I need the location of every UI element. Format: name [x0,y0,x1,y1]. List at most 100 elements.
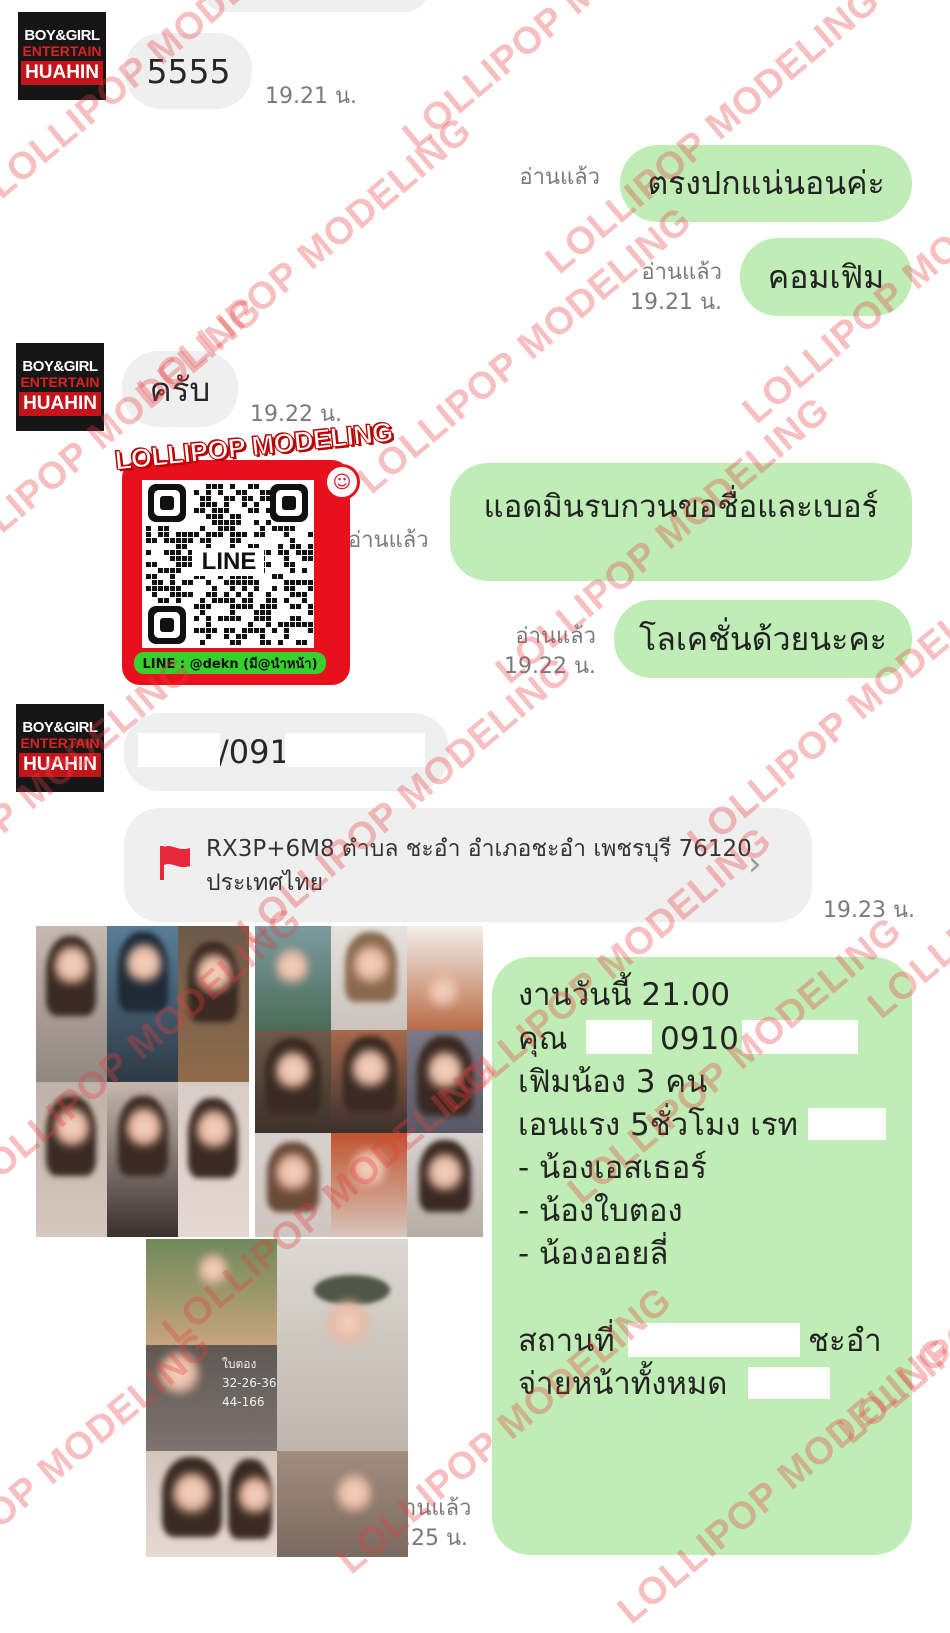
qr-module [284,634,289,639]
photo-collage[interactable] [255,926,483,1237]
qr-module [266,598,271,603]
qr-module [230,616,235,621]
qr-module [254,616,259,621]
qr-module [308,610,313,615]
qr-module [248,598,253,603]
read-receipt: อ่านแล้ว [348,528,429,553]
qr-module [272,598,277,603]
details-line: เฟิมน้อง 3 คน [518,1064,708,1100]
qr-module [248,628,253,633]
outgoing-message[interactable]: ตรงปกแน่นอนค่ะ [620,145,912,222]
qr-module [272,628,277,633]
outgoing-message[interactable]: คอมเฟิม [740,238,912,316]
qr-module [170,592,175,597]
qr-module [194,490,199,495]
qr-module [182,538,187,543]
location-card[interactable]: RX3P+6M8 ตำบล ชะอำ อำเภอชะอำ เพชรบุรี 76… [124,808,812,922]
qr-module [170,550,175,555]
qr-module [272,574,277,579]
qr-module [224,526,229,531]
qr-module [260,628,265,633]
qr-module [152,580,157,585]
qr-module [302,640,307,645]
qr-module [308,604,313,609]
qr-module [290,568,295,573]
qr-module [212,586,217,591]
qr-module [218,598,223,603]
qr-module [158,526,163,531]
qr-module [242,532,247,537]
qr-module [290,604,295,609]
message-time: 19.23 น. [822,898,915,923]
qr-module [236,490,241,495]
qr-module [200,610,205,615]
qr-module [290,622,295,627]
qr-module [224,628,229,633]
qr-module [284,556,289,561]
message-time: 19.21 น. [265,84,358,109]
qr-module [146,574,151,579]
qr-module [260,532,265,537]
qr-module [152,592,157,597]
photo-collage[interactable]: ใบตอง 32-26-36 44-166 [146,1239,408,1557]
qr-module [224,520,229,525]
qr-module [230,538,235,543]
qr-module [206,514,211,519]
qr-module [284,562,289,567]
qr-module [290,586,295,591]
qr-module [236,616,241,621]
photo-collage[interactable] [36,926,249,1237]
qr-module [296,580,301,585]
qr-module [224,598,229,603]
qr-module [242,634,247,639]
qr-module [230,496,235,501]
qr-module [176,568,181,573]
qr-module [266,592,271,597]
qr-module [146,538,151,543]
redaction [138,733,220,767]
qr-module [206,592,211,597]
qr-module [266,520,271,525]
details-line: - น้องเอสเธอร์ [518,1150,707,1186]
sender-avatar[interactable]: BOY&GIRL ENTERTAIN HUAHIN [16,343,104,431]
qr-module [260,610,265,615]
qr-module [290,526,295,531]
qr-module [296,640,301,645]
qr-module [260,616,265,621]
sender-avatar[interactable]: BOY&GIRL ENTERTAIN HUAHIN [18,12,106,100]
qr-module [266,496,271,501]
outgoing-message[interactable]: แอดมินรบกวนขอชื่อและเบอร์ [450,463,912,581]
sender-avatar[interactable]: BOY&GIRL ENTERTAIN HUAHIN [16,704,104,792]
qr-module [266,616,271,621]
details-line: คุณ [518,1021,568,1057]
qr-module [260,490,265,495]
qr-module [278,544,283,549]
outgoing-message[interactable]: โลเคชั่นด้วยนะคะ [614,600,912,678]
qr-module [296,622,301,627]
incoming-message[interactable]: 5555 [125,33,252,109]
qr-module [308,532,313,537]
qr-module [284,628,289,633]
qr-module [170,538,175,543]
qr-module [182,592,187,597]
qr-module [182,532,187,537]
qr-module [164,568,169,573]
qr-module [248,484,253,489]
qr-module [176,562,181,567]
qr-module [272,526,277,531]
booking-details-message[interactable]: งานวันนี้ 21.00 คุณ 0910 เฟิมน้อง 3 คน เ… [492,957,912,1555]
details-line: งานวันนี้ 21.00 [518,977,731,1013]
qr-module [248,496,253,501]
qr-module [290,592,295,597]
qr-module [266,550,271,555]
qr-module [284,550,289,555]
incoming-message[interactable]: ครับ [122,351,238,427]
qr-module [230,520,235,525]
qr-module [146,532,151,537]
qr-module [284,580,289,585]
qr-module [278,574,283,579]
qr-module [230,640,235,645]
qr-code-image[interactable]: LOLLIPOP MODELING ☺ LINE LINE : @dekn (ม… [112,416,395,687]
qr-module [302,622,307,627]
qr-module [146,562,151,567]
